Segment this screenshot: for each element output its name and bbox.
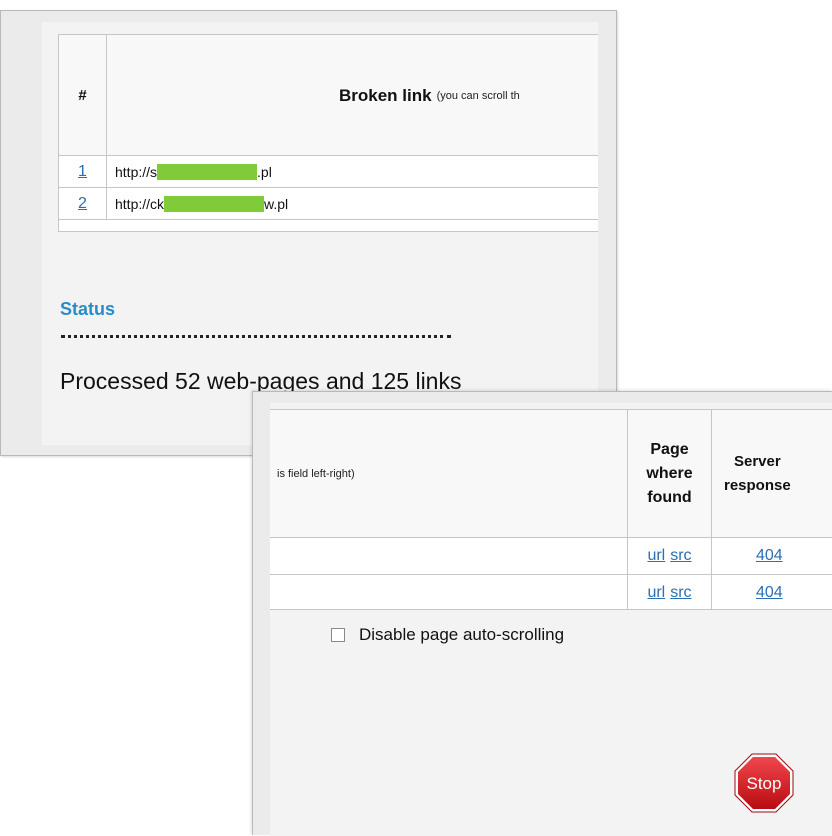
src-link[interactable]: src (670, 584, 691, 602)
table-row: url src 404 (270, 538, 832, 575)
report-panel-back: # Broken link (you can scroll th 1 http:… (0, 10, 617, 456)
server-response-cell: 404 (712, 538, 832, 574)
url-suffix: w.pl (264, 195, 289, 212)
stop-button[interactable]: Stop (732, 751, 796, 815)
row-number-link[interactable]: 1 (78, 163, 87, 181)
page-found-cell: url src (628, 575, 712, 609)
broken-url: http://ck w.pl (115, 188, 288, 219)
header-line: found (647, 488, 692, 506)
redaction-mark (164, 195, 265, 212)
column-header-number: # (59, 35, 107, 156)
url-link[interactable]: url (647, 547, 665, 565)
server-response-cell: 404 (712, 575, 832, 609)
stop-label: Stop (747, 774, 782, 793)
response-code-link[interactable]: 404 (756, 584, 783, 602)
progress-dots (61, 335, 451, 338)
broken-link-cell (270, 575, 628, 609)
column-header-page-where-found: Page where found (628, 410, 712, 537)
scroll-hint-left: (you can scroll th (436, 89, 520, 102)
table-row: 1 http://s .pl (59, 156, 598, 188)
row-number-link[interactable]: 2 (78, 195, 87, 213)
header-line: Server (733, 452, 781, 470)
column-header-broken-link: Broken link (you can scroll th (107, 35, 598, 156)
report-panel-front: is field left-right) Page where found Se… (252, 391, 832, 836)
broken-links-table: # Broken link (you can scroll th 1 http:… (58, 34, 598, 232)
disable-autoscroll-option[interactable]: Disable page auto-scrolling (331, 625, 564, 645)
scroll-hint-right: is field left-right) (270, 410, 628, 537)
broken-link-header-title: Broken link (339, 85, 432, 105)
results-panel-content: is field left-right) Page where found Se… (270, 403, 832, 836)
redaction-mark (157, 163, 258, 180)
broken-url: http://s .pl (115, 156, 272, 187)
src-link[interactable]: src (670, 547, 691, 565)
table-row: url src 404 (270, 575, 832, 609)
stop-sign-icon: Stop (734, 753, 794, 813)
url-prefix: http://s (115, 163, 158, 180)
disable-autoscroll-label: Disable page auto-scrolling (359, 625, 565, 644)
table-header-row: # Broken link (you can scroll th (59, 35, 598, 156)
url-link[interactable]: url (647, 584, 665, 602)
results-table: is field left-right) Page where found Se… (270, 409, 832, 610)
response-code-link[interactable]: 404 (756, 547, 783, 565)
broken-link-cell (270, 538, 628, 574)
header-line: response (724, 476, 791, 494)
column-header-server-response: Server response (712, 410, 832, 537)
report-panel-content: # Broken link (you can scroll th 1 http:… (42, 22, 598, 445)
url-prefix: http://ck (115, 195, 165, 212)
disable-autoscroll-checkbox[interactable] (331, 628, 345, 642)
header-line: where (646, 464, 693, 482)
url-suffix: .pl (257, 163, 272, 180)
status-heading: Status (60, 299, 116, 319)
table-header-row: is field left-right) Page where found Se… (270, 410, 832, 538)
header-line: Page (650, 440, 689, 458)
page-found-cell: url src (628, 538, 712, 574)
table-row: 2 http://ck w.pl (59, 188, 598, 220)
